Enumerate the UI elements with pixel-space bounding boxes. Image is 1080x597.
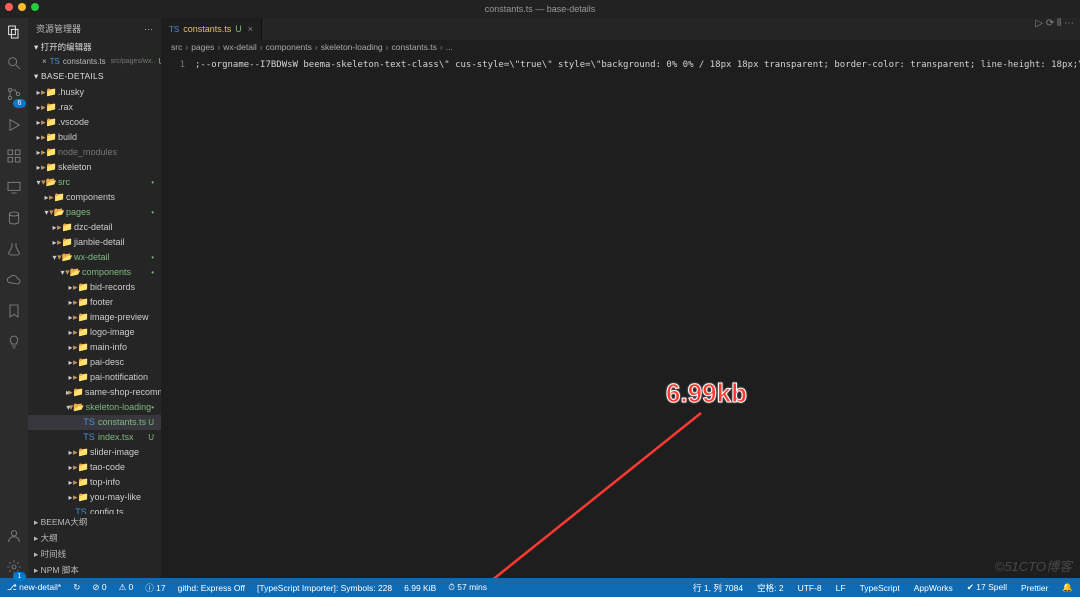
tree-main-info[interactable]: ▸▸📁main-info [28,340,161,355]
activity-debug[interactable] [6,117,22,136]
titlebar: constants.ts — base-details [0,0,1080,18]
watermark: ©51CTO博客 [995,556,1072,575]
window-title: constants.ts — base-details [485,4,596,14]
editor-actions[interactable]: ▷ ⟳ ⫴ ⋯ [1035,18,1074,29]
activity-account[interactable] [6,528,22,547]
status-UTF-8[interactable]: UTF-8 [795,582,825,594]
tree-.husky[interactable]: ▸▸📁.husky [28,85,161,100]
open-editors-section[interactable]: ▾ 打开的编辑器 [28,39,161,55]
editor-tabs: TS constants.ts U × [161,18,1080,40]
tree-node_modules[interactable]: ▸▸📁node_modules [28,145,161,160]
status-0[interactable]: ⚠ 0 [116,582,137,594]
sidebar-header: 资源管理器… [28,18,161,39]
close-dot[interactable] [5,3,13,11]
status-17[interactable]: ⓘ 17 [142,582,168,594]
tree-config.ts[interactable]: TSconfig.ts [28,505,161,514]
tree-tao-code[interactable]: ▸▸📁tao-code [28,460,161,475]
status-new-detail*[interactable]: ⎇ new-detail* [4,582,64,594]
status-sync[interactable]: ↻ [70,582,83,594]
tab-constants[interactable]: TS constants.ts U × [161,18,262,40]
activity-extensions[interactable] [6,148,22,167]
activity-test[interactable] [6,241,22,260]
status-行 1, 列 7084[interactable]: 行 1, 列 7084 [690,582,746,594]
status-bell[interactable]: 🔔 [1059,582,1076,594]
tree-pai-notification[interactable]: ▸▸📁pai-notification [28,370,161,385]
status-LF[interactable]: LF [833,582,849,594]
status-bar: ⎇ new-detail*↻ ⊘ 0⚠ 0ⓘ 17githd: Express … [0,578,1080,597]
status-Prettier[interactable]: Prettier [1018,582,1051,594]
activity-database[interactable] [6,210,22,229]
tree-skeleton-loading[interactable]: ▾▾📂skeleton-loading• [28,400,161,415]
activity-scm[interactable] [6,86,22,105]
tree-pages[interactable]: ▾▾📂pages• [28,205,161,220]
tree-components[interactable]: ▸▸📁components [28,190,161,205]
tree-slider-image[interactable]: ▸▸📁slider-image [28,445,161,460]
status-57 mins[interactable]: ⏱ 57 mins [445,582,490,594]
editor-area: ▷ ⟳ ⫴ ⋯ TS constants.ts U × src›pages›wx… [161,18,1080,578]
tree-footer[interactable]: ▸▸📁footer [28,295,161,310]
max-dot[interactable] [31,3,39,11]
code-editor[interactable]: 1;--orgname--I7BDWsW beema-skeleton-text… [161,54,1080,578]
section-时间线[interactable]: ▸ 时间线 [28,546,161,562]
tree-you-may-like[interactable]: ▸▸📁you-may-like [28,490,161,505]
activity-explorer[interactable] [6,24,22,43]
tree-bid-records[interactable]: ▸▸📁bid-records [28,280,161,295]
status-0[interactable]: ⊘ 0 [89,582,109,594]
tree-same-shop-recommend[interactable]: ▸▸📁same-shop-recommend [28,385,161,400]
tree-top-info[interactable]: ▸▸📁top-info [28,475,161,490]
tree-.vscode[interactable]: ▸▸📁.vscode [28,115,161,130]
file-tree: ▸▸📁.husky▸▸📁.rax▸▸📁.vscode▸▸📁build▸▸📁nod… [28,85,161,514]
min-dot[interactable] [18,3,26,11]
workspace-header[interactable]: ▾ BASE-DETAILS [28,68,161,85]
open-editor-item[interactable]: × TS constants.ts src/pages/wx.. U [28,55,161,68]
status-TypeScript[interactable]: TypeScript [857,582,903,594]
status-6.99 KiB[interactable]: 6.99 KiB [401,582,439,594]
activity-cloud[interactable] [6,272,22,291]
tree-src[interactable]: ▾▾📂src• [28,175,161,190]
tree-.rax[interactable]: ▸▸📁.rax [28,100,161,115]
sidebar-bottom-sections: ▸ BEEMA大纲▸ 大纲▸ 时间线▸ NPM 脚本 [28,514,161,578]
activity-bar [0,18,28,578]
breadcrumbs[interactable]: src›pages›wx-detail›components›skeleton-… [161,40,1080,54]
section-BEEMA大纲[interactable]: ▸ BEEMA大纲 [28,514,161,530]
tree-build[interactable]: ▸▸📁build [28,130,161,145]
activity-settings[interactable] [6,559,22,578]
tree-constants.ts[interactable]: TSconstants.tsU [28,415,161,430]
activity-bookmark[interactable] [6,303,22,322]
tree-skeleton[interactable]: ▸▸📁skeleton [28,160,161,175]
tree-wx-detail[interactable]: ▾▾📂wx-detail• [28,250,161,265]
tree-jianbie-detail[interactable]: ▸▸📁jianbie-detail [28,235,161,250]
traffic-lights[interactable] [5,3,39,11]
status-[TypeScript Importer]: Symbols: 228[interactable]: [TypeScript Importer]: Symbols: 228 [254,582,395,594]
activity-remote[interactable] [6,179,22,198]
tree-dzc-detail[interactable]: ▸▸📁dzc-detail [28,220,161,235]
section-大纲[interactable]: ▸ 大纲 [28,530,161,546]
activity-search[interactable] [6,55,22,74]
section-NPM 脚本[interactable]: ▸ NPM 脚本 [28,562,161,578]
close-icon[interactable]: × [248,24,253,34]
tree-components[interactable]: ▾▾📂components• [28,265,161,280]
status-AppWorks[interactable]: AppWorks [911,582,956,594]
status-githd: Express Off[interactable]: githd: Express Off [175,582,248,594]
tree-pai-desc[interactable]: ▸▸📁pai-desc [28,355,161,370]
activity-lightbulb[interactable] [6,334,22,353]
explorer-sidebar: 资源管理器… ▾ 打开的编辑器 × TS constants.ts src/pa… [28,18,161,578]
tree-image-preview[interactable]: ▸▸📁image-preview [28,310,161,325]
tree-index.tsx[interactable]: TSindex.tsxU [28,430,161,445]
tree-logo-image[interactable]: ▸▸📁logo-image [28,325,161,340]
status-✔ 17 Spell[interactable]: ✔ 17 Spell [964,582,1010,594]
status-空格: 2[interactable]: 空格: 2 [754,582,786,594]
